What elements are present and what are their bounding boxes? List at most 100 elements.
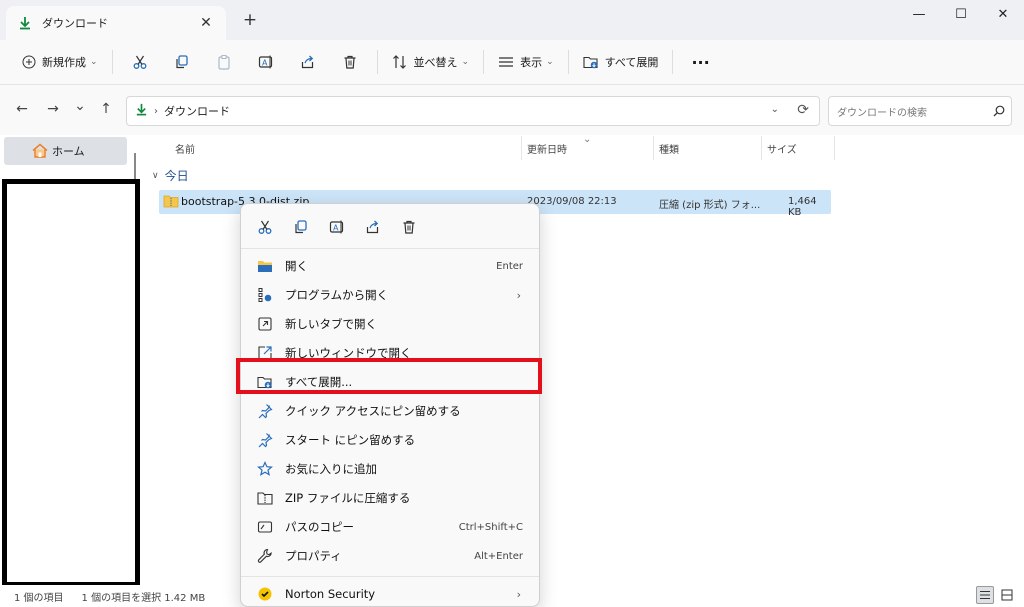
- sidebar-item-home[interactable]: ホーム: [4, 137, 127, 165]
- copy-button[interactable]: [161, 46, 203, 78]
- ctx-delete-button[interactable]: [391, 212, 427, 242]
- menu-item-label: スタート にピン留めする: [285, 433, 416, 447]
- menu-item-pin-quick-access[interactable]: クイック アクセスにピン留めする: [245, 398, 535, 424]
- view-button[interactable]: 表示 ⌄: [490, 46, 562, 78]
- selection-info: 1 個の項目を選択 1.42 MB: [81, 592, 206, 604]
- context-menu: A 開く Enter プログラムから開く › 新しいタブで開く 新しいウィンドウ…: [240, 203, 540, 607]
- menu-item-label: Norton Security: [285, 587, 376, 601]
- chevron-right-icon: ›: [516, 288, 521, 302]
- column-divider[interactable]: [653, 136, 654, 160]
- tab-title: ダウンロード: [42, 17, 108, 30]
- context-quick-actions: A: [241, 212, 541, 242]
- menu-item-label: お気に入りに追加: [285, 462, 377, 476]
- divider: [376, 50, 378, 74]
- delete-button[interactable]: [329, 46, 371, 78]
- menu-item-label: プロパティ: [285, 549, 342, 563]
- folder-open-icon: [245, 259, 285, 273]
- divider: [567, 50, 569, 74]
- more-options-button[interactable]: ···: [679, 46, 721, 78]
- open-with-icon: [245, 287, 285, 303]
- minimize-button[interactable]: —: [904, 4, 934, 26]
- tab-downloads[interactable]: ダウンロード ✕: [6, 6, 226, 40]
- refresh-icon[interactable]: ⟳: [797, 102, 809, 118]
- column-header-size[interactable]: サイズ: [767, 141, 797, 156]
- column-header-name[interactable]: 名前: [175, 141, 195, 156]
- menu-item-add-favorites[interactable]: お気に入りに追加: [245, 456, 535, 482]
- extract-all-button[interactable]: すべて展開: [575, 46, 667, 78]
- highlight-annotation: [236, 358, 542, 394]
- trash-icon: [403, 220, 415, 234]
- divider: [483, 50, 485, 74]
- menu-item-norton-security[interactable]: Norton Security ›: [245, 581, 535, 607]
- item-count: 1 個の項目: [14, 592, 64, 604]
- share-icon: [366, 220, 379, 234]
- recent-locations-button[interactable]: ⌄: [70, 98, 90, 114]
- pin-icon: [245, 432, 285, 448]
- ctx-copy-button[interactable]: [283, 212, 319, 242]
- close-window-button[interactable]: ✕: [988, 4, 1018, 26]
- search-input[interactable]: ダウンロードの検索: [837, 104, 987, 119]
- svg-text:A: A: [262, 59, 268, 68]
- copy-path-icon: [245, 520, 285, 534]
- menu-item-shortcut: Alt+Enter: [474, 550, 523, 562]
- title-bar: ダウンロード ✕ + — ☐ ✕: [0, 0, 1024, 40]
- rename-button[interactable]: A: [245, 46, 287, 78]
- new-tab-button[interactable]: +: [240, 10, 260, 30]
- column-divider[interactable]: [521, 136, 522, 160]
- ctx-cut-button[interactable]: [247, 212, 283, 242]
- menu-item-copy-path[interactable]: パスのコピー Ctrl+Shift+C: [245, 514, 535, 540]
- share-button[interactable]: [287, 46, 329, 78]
- download-icon: [135, 103, 148, 119]
- maximize-button[interactable]: ☐: [946, 4, 976, 26]
- menu-item-open[interactable]: 開く Enter: [245, 253, 535, 279]
- column-header-modified[interactable]: 更新日時: [527, 141, 567, 156]
- search-box[interactable]: ダウンロードの検索: [828, 96, 1012, 126]
- group-header-today[interactable]: ∨ 今日: [152, 167, 189, 184]
- sort-label: 並べ替え: [413, 56, 458, 69]
- sort-button[interactable]: 並べ替え ⌄: [384, 46, 478, 78]
- ctx-share-button[interactable]: [355, 212, 391, 242]
- back-button[interactable]: ←: [12, 101, 32, 117]
- menu-item-label: 新しいタブで開く: [285, 317, 377, 331]
- paste-button[interactable]: [203, 46, 245, 78]
- view-label: 表示: [520, 56, 543, 69]
- up-button[interactable]: ↑: [96, 101, 116, 117]
- column-header-type[interactable]: 種類: [659, 141, 679, 156]
- norton-icon: [245, 587, 285, 601]
- tiles-view-button[interactable]: [998, 586, 1016, 604]
- zip-folder-icon: [245, 491, 285, 505]
- trash-icon: [344, 55, 356, 69]
- menu-item-label: 開く: [285, 259, 308, 273]
- copy-icon: [295, 220, 307, 234]
- cut-button[interactable]: [119, 46, 161, 78]
- home-icon: [32, 143, 48, 161]
- column-divider[interactable]: [834, 136, 835, 160]
- chevron-down-icon[interactable]: ⌄: [771, 104, 779, 115]
- details-view-button[interactable]: [976, 586, 994, 604]
- chevron-right-icon: ›: [516, 587, 521, 601]
- address-bar[interactable]: › ダウンロード ⌄ ⟳: [126, 96, 820, 126]
- column-headers: 名前 更新日時 ⌄ 種類 サイズ: [145, 134, 835, 160]
- sidebar-item-label: ホーム: [52, 145, 85, 158]
- menu-item-properties[interactable]: プロパティ Alt+Enter: [245, 543, 535, 569]
- divider: [672, 50, 674, 74]
- menu-item-compress-zip[interactable]: ZIP ファイルに圧縮する: [245, 485, 535, 511]
- extract-folder-icon: [583, 56, 598, 69]
- navigation-pane: ホーム: [0, 135, 140, 587]
- forward-button[interactable]: →: [43, 101, 63, 117]
- chevron-down-icon: ⌄: [90, 57, 98, 67]
- chevron-down-icon: ∨: [152, 170, 159, 181]
- ctx-rename-button[interactable]: A: [319, 212, 355, 242]
- menu-item-pin-start[interactable]: スタート にピン留めする: [245, 427, 535, 453]
- menu-item-open-new-tab[interactable]: 新しいタブで開く: [245, 311, 535, 337]
- column-divider[interactable]: [761, 136, 762, 160]
- zip-folder-icon: [163, 194, 179, 211]
- file-size: 1,464 KB: [788, 196, 817, 218]
- breadcrumb-downloads[interactable]: ダウンロード: [164, 103, 230, 119]
- close-tab-button[interactable]: ✕: [196, 15, 216, 31]
- rename-icon: A: [329, 220, 344, 234]
- menu-item-open-with[interactable]: プログラムから開く ›: [245, 282, 535, 308]
- menu-item-label: ZIP ファイルに圧縮する: [285, 491, 411, 505]
- svg-text:A: A: [333, 224, 339, 233]
- new-button[interactable]: 新規作成 ⌄: [14, 46, 106, 78]
